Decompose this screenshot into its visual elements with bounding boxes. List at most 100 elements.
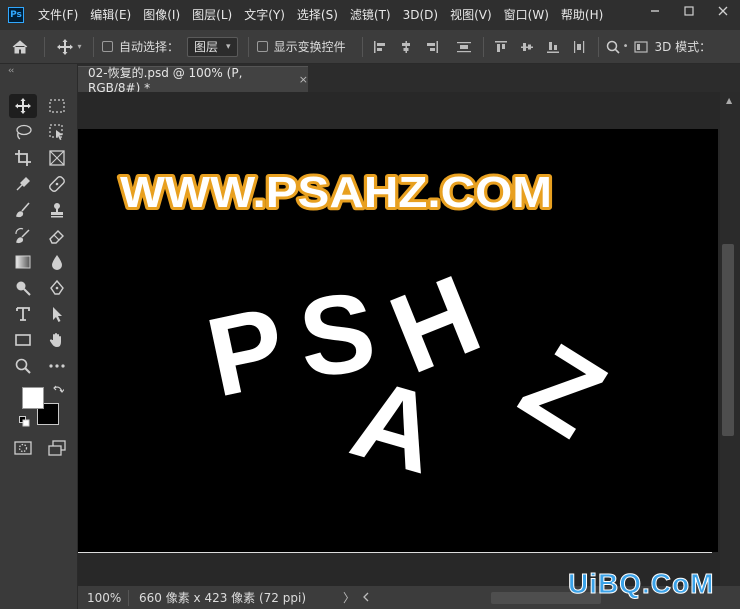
drop-icon xyxy=(52,255,62,270)
menu-image[interactable]: 图像(I) xyxy=(137,0,186,30)
blur-tool[interactable] xyxy=(43,250,71,274)
more-icon xyxy=(49,364,65,368)
hand-icon xyxy=(49,333,61,347)
brush-tool[interactable] xyxy=(9,198,37,222)
history-brush-tool[interactable] xyxy=(9,224,37,248)
quick-mask-tool[interactable] xyxy=(9,436,37,460)
3d-mode-icon[interactable] xyxy=(632,40,650,54)
auto-select-option: 自动选择： 图层 ▾ xyxy=(98,30,238,64)
show-transform-label: 显示变换控件 xyxy=(273,40,346,54)
stamp-tool[interactable] xyxy=(43,198,71,222)
gradient-tool[interactable] xyxy=(9,250,37,274)
auto-select-checkbox[interactable] xyxy=(102,41,113,52)
separator xyxy=(597,36,599,57)
scroll-left-icon[interactable] xyxy=(359,591,373,605)
scroll-up-icon[interactable]: ▲ xyxy=(726,96,732,105)
close-icon[interactable] xyxy=(706,0,740,22)
type-tool[interactable] xyxy=(9,302,37,326)
distribute-vertical-icon[interactable] xyxy=(451,40,477,54)
align-middle-v-icon[interactable] xyxy=(514,40,540,54)
lasso-tool[interactable] xyxy=(9,120,37,144)
workspace: WWW.PSAHZ.COM P S A H Z xyxy=(78,92,720,586)
menu-help[interactable]: 帮助(H) xyxy=(555,0,609,30)
path-select-tool[interactable] xyxy=(43,302,71,326)
default-colors-icon[interactable] xyxy=(19,416,30,430)
menu-select[interactable]: 选择(S) xyxy=(291,0,344,30)
pen-tool[interactable] xyxy=(43,276,71,300)
pen-icon xyxy=(50,279,64,295)
align-center-h-icon[interactable] xyxy=(393,40,419,54)
eraser-icon xyxy=(49,230,64,244)
foreground-color-swatch[interactable] xyxy=(22,387,44,409)
zoom-level[interactable]: 100% xyxy=(78,591,128,605)
distribute-horizontal-icon[interactable] xyxy=(566,40,592,54)
quick-mask-icon xyxy=(14,441,32,455)
more-tools[interactable] xyxy=(43,354,71,378)
document-tab[interactable]: 02-恢复的.psd @ 100% (P, RGB/8#) * × xyxy=(78,66,308,95)
menu-window[interactable]: 窗口(W) xyxy=(498,0,555,30)
align-right-icon[interactable] xyxy=(419,40,445,54)
options-bar: ▾ 自动选择： 图层 ▾ 显示变换控件 • 3D 模式： xyxy=(0,30,740,64)
crop-tool[interactable] xyxy=(9,146,37,170)
status-menu-arrow-icon[interactable]: 〉 xyxy=(339,589,359,606)
dot-icon: • xyxy=(622,41,629,52)
vertical-scrollbar[interactable]: ▲ xyxy=(720,92,740,586)
show-transform-checkbox[interactable] xyxy=(256,41,268,52)
menu-bar: Ps 文件(F) 编辑(E) 图像(I) 图层(L) 文字(Y) 选择(S) 滤… xyxy=(0,0,740,30)
search-icon[interactable] xyxy=(603,40,623,54)
canvas-bottom-edge xyxy=(78,552,712,553)
document-info: 660 像素 x 423 像素 (72 ppi) xyxy=(139,591,306,605)
document-tab-title: 02-恢复的.psd @ 100% (P, RGB/8#) * xyxy=(88,66,243,95)
letter-p: P xyxy=(197,283,296,421)
rectangle-icon xyxy=(15,334,31,346)
marquee-icon xyxy=(49,99,65,113)
minimize-icon[interactable] xyxy=(638,0,672,22)
bandage-icon xyxy=(49,176,65,192)
marquee-tool[interactable] xyxy=(43,94,71,118)
stamp-icon xyxy=(51,203,63,218)
align-top-icon[interactable] xyxy=(488,40,514,54)
menu-3d[interactable]: 3D(D) xyxy=(397,0,444,30)
photoshop-logo-icon[interactable]: Ps xyxy=(8,7,24,23)
auto-select-label: 自动选择： xyxy=(119,40,180,54)
menu-edit[interactable]: 编辑(E) xyxy=(84,0,137,30)
maximize-icon[interactable] xyxy=(672,0,706,22)
menu-filter[interactable]: 滤镜(T) xyxy=(344,0,397,30)
document-canvas[interactable]: WWW.PSAHZ.COM P S A H Z xyxy=(78,129,718,552)
object-select-tool[interactable] xyxy=(43,120,71,144)
canvas-artwork: WWW.PSAHZ.COM P S A H Z xyxy=(117,165,626,497)
chevron-down-icon: ▾ xyxy=(226,41,231,52)
menu-file[interactable]: 文件(F) xyxy=(32,0,84,30)
separator xyxy=(482,36,484,57)
separator xyxy=(361,36,363,57)
zoom-tool[interactable] xyxy=(9,354,37,378)
dodge-tool[interactable] xyxy=(9,276,37,300)
menu-type[interactable]: 文字(Y) xyxy=(238,0,291,30)
watermark-logo: UiBQ.CoM xyxy=(567,568,715,600)
zoom-icon xyxy=(15,358,31,374)
close-icon[interactable]: × xyxy=(299,73,308,86)
auto-select-dropdown[interactable]: 图层 ▾ xyxy=(187,36,238,57)
shape-tool[interactable] xyxy=(9,328,37,352)
align-bottom-icon[interactable] xyxy=(540,40,566,54)
collapse-panel-icon[interactable]: ‹‹ xyxy=(8,66,14,76)
headline-text: WWW.PSAHZ.COM xyxy=(120,168,552,217)
history-brush-icon xyxy=(15,227,30,244)
healing-brush-tool[interactable] xyxy=(43,172,71,196)
3d-mode-label[interactable]: 3D 模式： xyxy=(654,38,711,55)
move-tool[interactable] xyxy=(9,94,37,118)
move-tool-preset[interactable]: ▾ xyxy=(49,30,89,64)
menu-layer[interactable]: 图层(L) xyxy=(186,0,238,30)
eraser-tool[interactable] xyxy=(43,224,71,248)
home-icon[interactable] xyxy=(0,30,40,64)
crop-icon xyxy=(15,150,31,166)
hand-tool[interactable] xyxy=(43,328,71,352)
swap-colors-icon[interactable] xyxy=(52,384,65,399)
screen-mode-tool[interactable] xyxy=(43,436,71,460)
eyedropper-tool[interactable] xyxy=(9,172,37,196)
align-left-icon[interactable] xyxy=(367,40,393,54)
vertical-scroll-thumb[interactable] xyxy=(722,244,734,436)
frame-tool[interactable] xyxy=(43,146,71,170)
menu-view[interactable]: 视图(V) xyxy=(444,0,498,30)
gradient-icon xyxy=(15,255,31,269)
